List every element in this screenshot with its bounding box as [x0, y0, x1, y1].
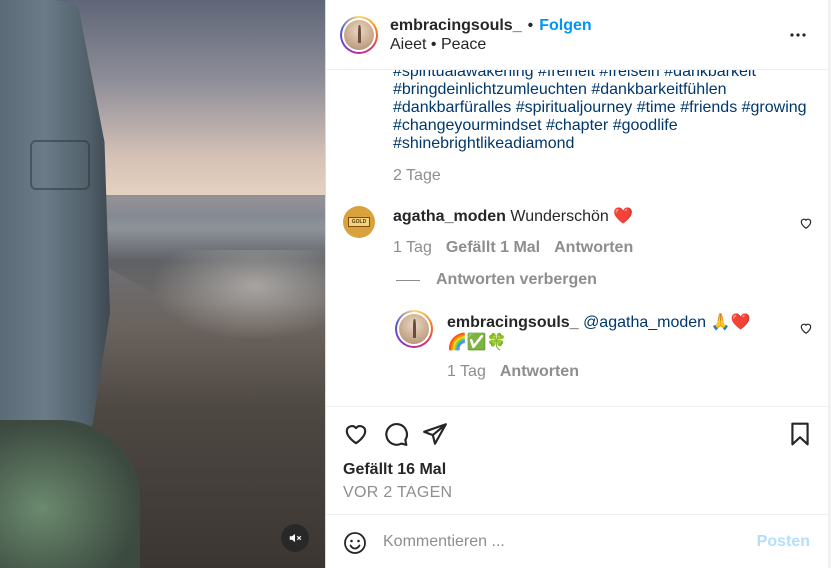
comment-composer: Posten — [326, 514, 831, 568]
comment-icon[interactable] — [383, 421, 409, 447]
post-panel: embracingsouls_ • Folgen Aieet • Peace #… — [325, 0, 831, 568]
separator-dot: • — [527, 16, 534, 34]
reply-like-heart-icon[interactable] — [799, 321, 813, 335]
wave-foam — [150, 250, 325, 340]
reply-avatar[interactable] — [395, 310, 433, 348]
share-icon[interactable] — [422, 421, 448, 447]
follow-button[interactable]: Folgen — [539, 16, 591, 35]
comments-section[interactable]: #spiritualawakening #freiheit #freisein … — [326, 70, 831, 406]
likes-count[interactable]: Gefällt 16 Mal — [343, 461, 446, 479]
more-icon — [790, 33, 806, 37]
reply-text-line1: 🙏❤️ — [710, 314, 751, 331]
reply-text-line2: 🌈✅🍀 — [447, 334, 507, 351]
reply-mention[interactable]: @agatha_moden — [583, 314, 706, 331]
heart-icon[interactable] — [343, 421, 369, 447]
post-button[interactable]: Posten — [757, 533, 810, 551]
post-location[interactable]: Aieet • Peace — [390, 35, 592, 54]
caption-hashtags[interactable]: #spiritualawakening #freiheit #freisein … — [393, 70, 823, 153]
comment-like-heart-icon[interactable] — [799, 216, 813, 230]
reply-time: 1 Tag — [447, 363, 486, 380]
green-foreground — [0, 420, 140, 568]
comment-meta: 1 Tag Gefällt 1 Mal Antworten — [393, 239, 633, 257]
hide-replies-label: Antworten verbergen — [436, 271, 597, 288]
author-username[interactable]: embracingsouls_ — [390, 16, 522, 35]
caption-time: 2 Tage — [393, 167, 441, 184]
post-media[interactable] — [0, 0, 325, 568]
reply-reply-button[interactable]: Antworten — [500, 363, 579, 381]
mute-icon — [289, 533, 302, 543]
comment-body: agatha_moden Wunderschön ❤️ — [393, 207, 633, 227]
more-button[interactable] — [788, 27, 808, 43]
comment-username[interactable]: agatha_moden — [393, 208, 506, 225]
author-avatar[interactable] — [340, 15, 378, 54]
commenter-avatar[interactable]: GOLD — [343, 206, 375, 238]
reply-meta: 1 Tag Antworten — [447, 363, 579, 381]
comment-input[interactable] — [383, 529, 743, 555]
hide-replies-line — [396, 279, 420, 281]
comment-likes[interactable]: Gefällt 1 Mal — [446, 239, 540, 257]
post-date[interactable]: VOR 2 TAGEN — [343, 484, 452, 502]
reply-username[interactable]: embracingsouls_ — [447, 314, 579, 331]
comment-text: Wunderschön ❤️ — [510, 208, 634, 225]
mute-button[interactable] — [281, 524, 309, 552]
emoji-icon[interactable] — [343, 531, 367, 555]
bookmark-icon[interactable] — [787, 421, 813, 447]
jacket-pocket — [30, 140, 90, 190]
hide-replies-button[interactable]: Antworten verbergen — [396, 271, 597, 289]
post-actions: Gefällt 16 Mal VOR 2 TAGEN — [326, 406, 831, 514]
reply-body: embracingsouls_ @agatha_moden 🙏❤️ 🌈✅🍀 — [447, 313, 750, 353]
comment-time: 1 Tag — [393, 239, 432, 256]
comment-reply-button[interactable]: Antworten — [554, 239, 633, 257]
post-header: embracingsouls_ • Folgen Aieet • Peace — [326, 0, 831, 70]
